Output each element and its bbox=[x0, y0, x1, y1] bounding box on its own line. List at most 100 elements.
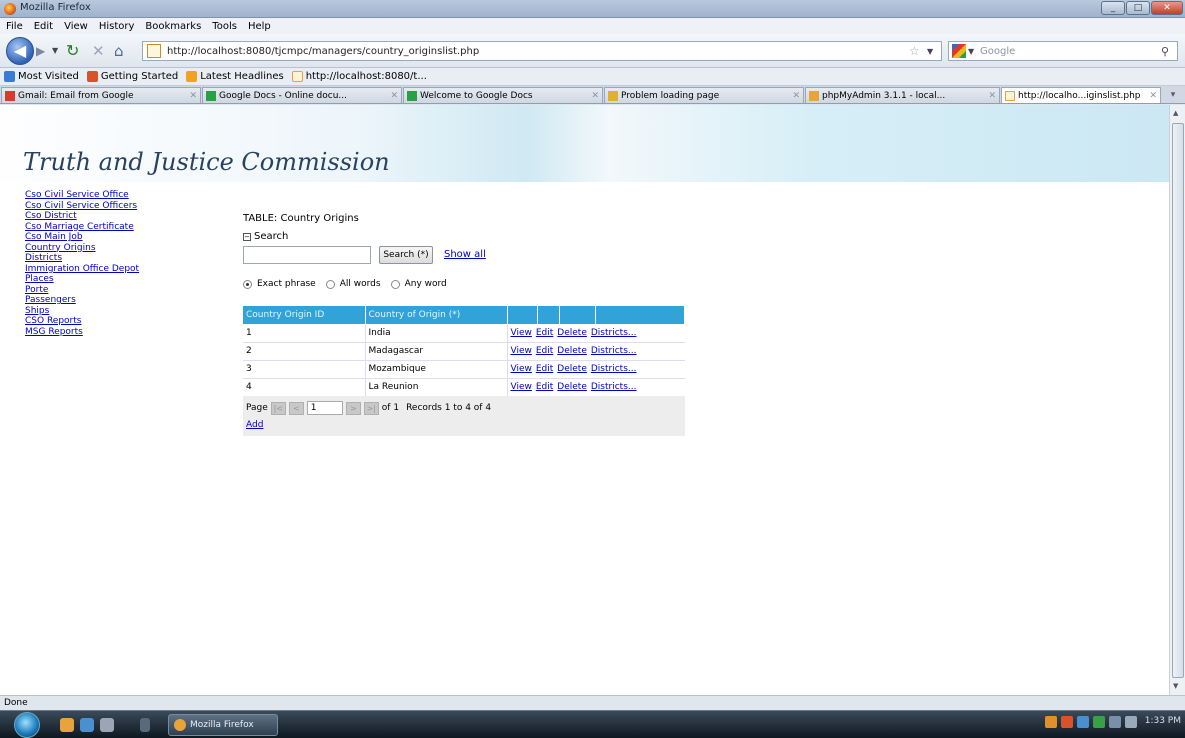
search-bar[interactable]: ▼ Google ⚲ bbox=[948, 41, 1178, 61]
menu-file[interactable]: File bbox=[6, 21, 23, 32]
google-icon[interactable] bbox=[952, 44, 966, 58]
column-header-country-origin-id[interactable]: Country Origin ID bbox=[243, 306, 366, 324]
column-header-country-of-origin[interactable]: Country of Origin (*) bbox=[365, 306, 508, 324]
view-link[interactable]: View bbox=[511, 346, 532, 356]
back-arrow-icon[interactable]: ◀ bbox=[6, 37, 34, 65]
quicklaunch-more-icon[interactable] bbox=[140, 718, 150, 732]
close-tab-icon[interactable]: ✕ bbox=[189, 91, 197, 101]
tab-problem-loading[interactable]: Problem loading page ✕ bbox=[604, 87, 804, 103]
quicklaunch-ie-icon[interactable] bbox=[80, 718, 94, 732]
close-tab-icon[interactable]: ✕ bbox=[390, 91, 398, 101]
quicklaunch-desktop-icon[interactable] bbox=[100, 718, 114, 732]
list-all-tabs-icon[interactable]: ▾ bbox=[1162, 87, 1184, 103]
edit-link[interactable]: Edit bbox=[536, 364, 553, 374]
close-tab-icon[interactable]: ✕ bbox=[792, 91, 800, 101]
view-link[interactable]: View bbox=[511, 364, 532, 374]
search-toggle[interactable]: − Search bbox=[243, 231, 288, 242]
vertical-scrollbar[interactable]: ▲ ▼ bbox=[1169, 105, 1185, 695]
delete-link[interactable]: Delete bbox=[557, 382, 587, 392]
delete-link[interactable]: Delete bbox=[557, 364, 587, 374]
prev-page-button[interactable]: < bbox=[288, 401, 304, 415]
sidebar-link-cso-main-job[interactable]: Cso Main Job bbox=[25, 232, 228, 243]
tray-icon[interactable] bbox=[1044, 716, 1057, 728]
tab-country-origins[interactable]: http://localho...iginslist.php ✕ bbox=[1001, 87, 1161, 103]
close-tab-icon[interactable]: ✕ bbox=[988, 91, 996, 101]
sidebar-link-cso-marriage-certificate[interactable]: Cso Marriage Certificate bbox=[25, 222, 228, 233]
forward-arrow-icon[interactable]: ▶ bbox=[36, 43, 52, 59]
bookmark-most-visited[interactable]: Most Visited bbox=[4, 71, 79, 82]
sidebar-link-immigration-office-depot[interactable]: Immigration Office Depot bbox=[25, 264, 228, 275]
view-link[interactable]: View bbox=[511, 328, 532, 338]
reload-icon[interactable]: ↻ bbox=[66, 40, 86, 62]
url-dropdown-icon[interactable]: ▼ bbox=[927, 47, 941, 56]
bookmark-localhost[interactable]: http://localhost:8080/t... bbox=[291, 71, 427, 82]
scroll-down-icon[interactable]: ▼ bbox=[1173, 682, 1178, 690]
sidebar-link-cso-reports[interactable]: CSO Reports bbox=[25, 316, 228, 327]
sidebar-link-cso-civil-service-office[interactable]: Cso Civil Service Office bbox=[25, 190, 228, 201]
history-dropdown-icon[interactable]: ▼ bbox=[52, 43, 62, 59]
tray-icon[interactable] bbox=[1060, 716, 1073, 728]
magnifier-icon[interactable]: ⚲ bbox=[1161, 45, 1177, 58]
districts-link[interactable]: Districts... bbox=[591, 382, 637, 392]
bookmark-getting-started[interactable]: Getting Started bbox=[86, 71, 178, 82]
bookmark-star-icon[interactable]: ☆ bbox=[909, 44, 927, 58]
sidebar-link-passengers[interactable]: Passengers bbox=[25, 295, 228, 306]
radio-button[interactable] bbox=[390, 279, 400, 289]
menu-edit[interactable]: Edit bbox=[34, 21, 53, 32]
tab-welcome-docs[interactable]: Welcome to Google Docs ✕ bbox=[403, 87, 603, 103]
network-icon[interactable] bbox=[1108, 716, 1121, 728]
sidebar-link-cso-civil-service-officers[interactable]: Cso Civil Service Officers bbox=[25, 201, 228, 212]
menu-bookmarks[interactable]: Bookmarks bbox=[145, 21, 201, 32]
close-tab-icon[interactable]: ✕ bbox=[591, 91, 599, 101]
maximize-button[interactable]: □ bbox=[1126, 1, 1150, 15]
tab-gmail[interactable]: Gmail: Email from Google ✕ bbox=[1, 87, 201, 103]
search-input[interactable]: Google bbox=[976, 46, 1161, 57]
add-link[interactable]: Add bbox=[246, 420, 263, 430]
menu-history[interactable]: History bbox=[99, 21, 135, 32]
home-icon[interactable]: ⌂ bbox=[114, 40, 134, 62]
sidebar-link-cso-district[interactable]: Cso District bbox=[25, 211, 228, 222]
bookmark-latest-headlines[interactable]: Latest Headlines bbox=[186, 71, 284, 82]
sidebar-link-msg-reports[interactable]: MSG Reports bbox=[25, 327, 228, 338]
radio-button[interactable] bbox=[243, 279, 252, 289]
radio-button[interactable] bbox=[325, 279, 335, 289]
quicklaunch-firefox-icon[interactable] bbox=[60, 718, 74, 732]
sidebar-link-districts[interactable]: Districts bbox=[25, 253, 228, 264]
radio-any-word[interactable]: Any word bbox=[390, 279, 447, 289]
districts-link[interactable]: Districts... bbox=[591, 346, 637, 356]
scroll-up-icon[interactable]: ▲ bbox=[1173, 109, 1178, 117]
edit-link[interactable]: Edit bbox=[536, 328, 553, 338]
search-input[interactable] bbox=[243, 246, 371, 264]
search-button[interactable]: Search (*) bbox=[379, 246, 433, 264]
first-page-button[interactable]: |< bbox=[270, 401, 286, 415]
close-tab-icon[interactable]: ✕ bbox=[1149, 91, 1157, 101]
districts-link[interactable]: Districts... bbox=[591, 364, 637, 374]
sidebar-link-porte[interactable]: Porte bbox=[25, 285, 228, 296]
sidebar-link-country-origins[interactable]: Country Origins bbox=[25, 243, 228, 254]
edit-link[interactable]: Edit bbox=[536, 382, 553, 392]
page-number-input[interactable]: 1 bbox=[306, 401, 343, 415]
edit-link[interactable]: Edit bbox=[536, 346, 553, 356]
sidebar-link-places[interactable]: Places bbox=[25, 274, 228, 285]
sidebar-link-ships[interactable]: Ships bbox=[25, 306, 228, 317]
menu-view[interactable]: View bbox=[64, 21, 88, 32]
delete-link[interactable]: Delete bbox=[557, 328, 587, 338]
start-button[interactable] bbox=[14, 712, 40, 738]
window-title-bar[interactable]: Mozilla Firefox _ □ ✕ bbox=[0, 0, 1185, 18]
tray-icon[interactable] bbox=[1092, 716, 1105, 728]
tab-google-docs[interactable]: Google Docs - Online docu... ✕ bbox=[202, 87, 402, 103]
districts-link[interactable]: Districts... bbox=[591, 328, 637, 338]
last-page-button[interactable]: >| bbox=[363, 401, 379, 415]
menu-help[interactable]: Help bbox=[248, 21, 271, 32]
show-all-link[interactable]: Show all bbox=[444, 249, 486, 260]
delete-link[interactable]: Delete bbox=[557, 346, 587, 356]
menu-tools[interactable]: Tools bbox=[212, 21, 237, 32]
view-link[interactable]: View bbox=[511, 382, 532, 392]
tray-icon[interactable] bbox=[1076, 716, 1089, 728]
clock[interactable]: 1:33 PM bbox=[1141, 716, 1181, 728]
next-page-button[interactable]: > bbox=[345, 401, 361, 415]
minimize-button[interactable]: _ bbox=[1101, 1, 1125, 15]
search-engine-dropdown-icon[interactable]: ▼ bbox=[968, 47, 976, 56]
close-button[interactable]: ✕ bbox=[1151, 1, 1183, 15]
url-bar[interactable]: http://localhost:8080/tjcmpc/managers/co… bbox=[142, 41, 942, 61]
